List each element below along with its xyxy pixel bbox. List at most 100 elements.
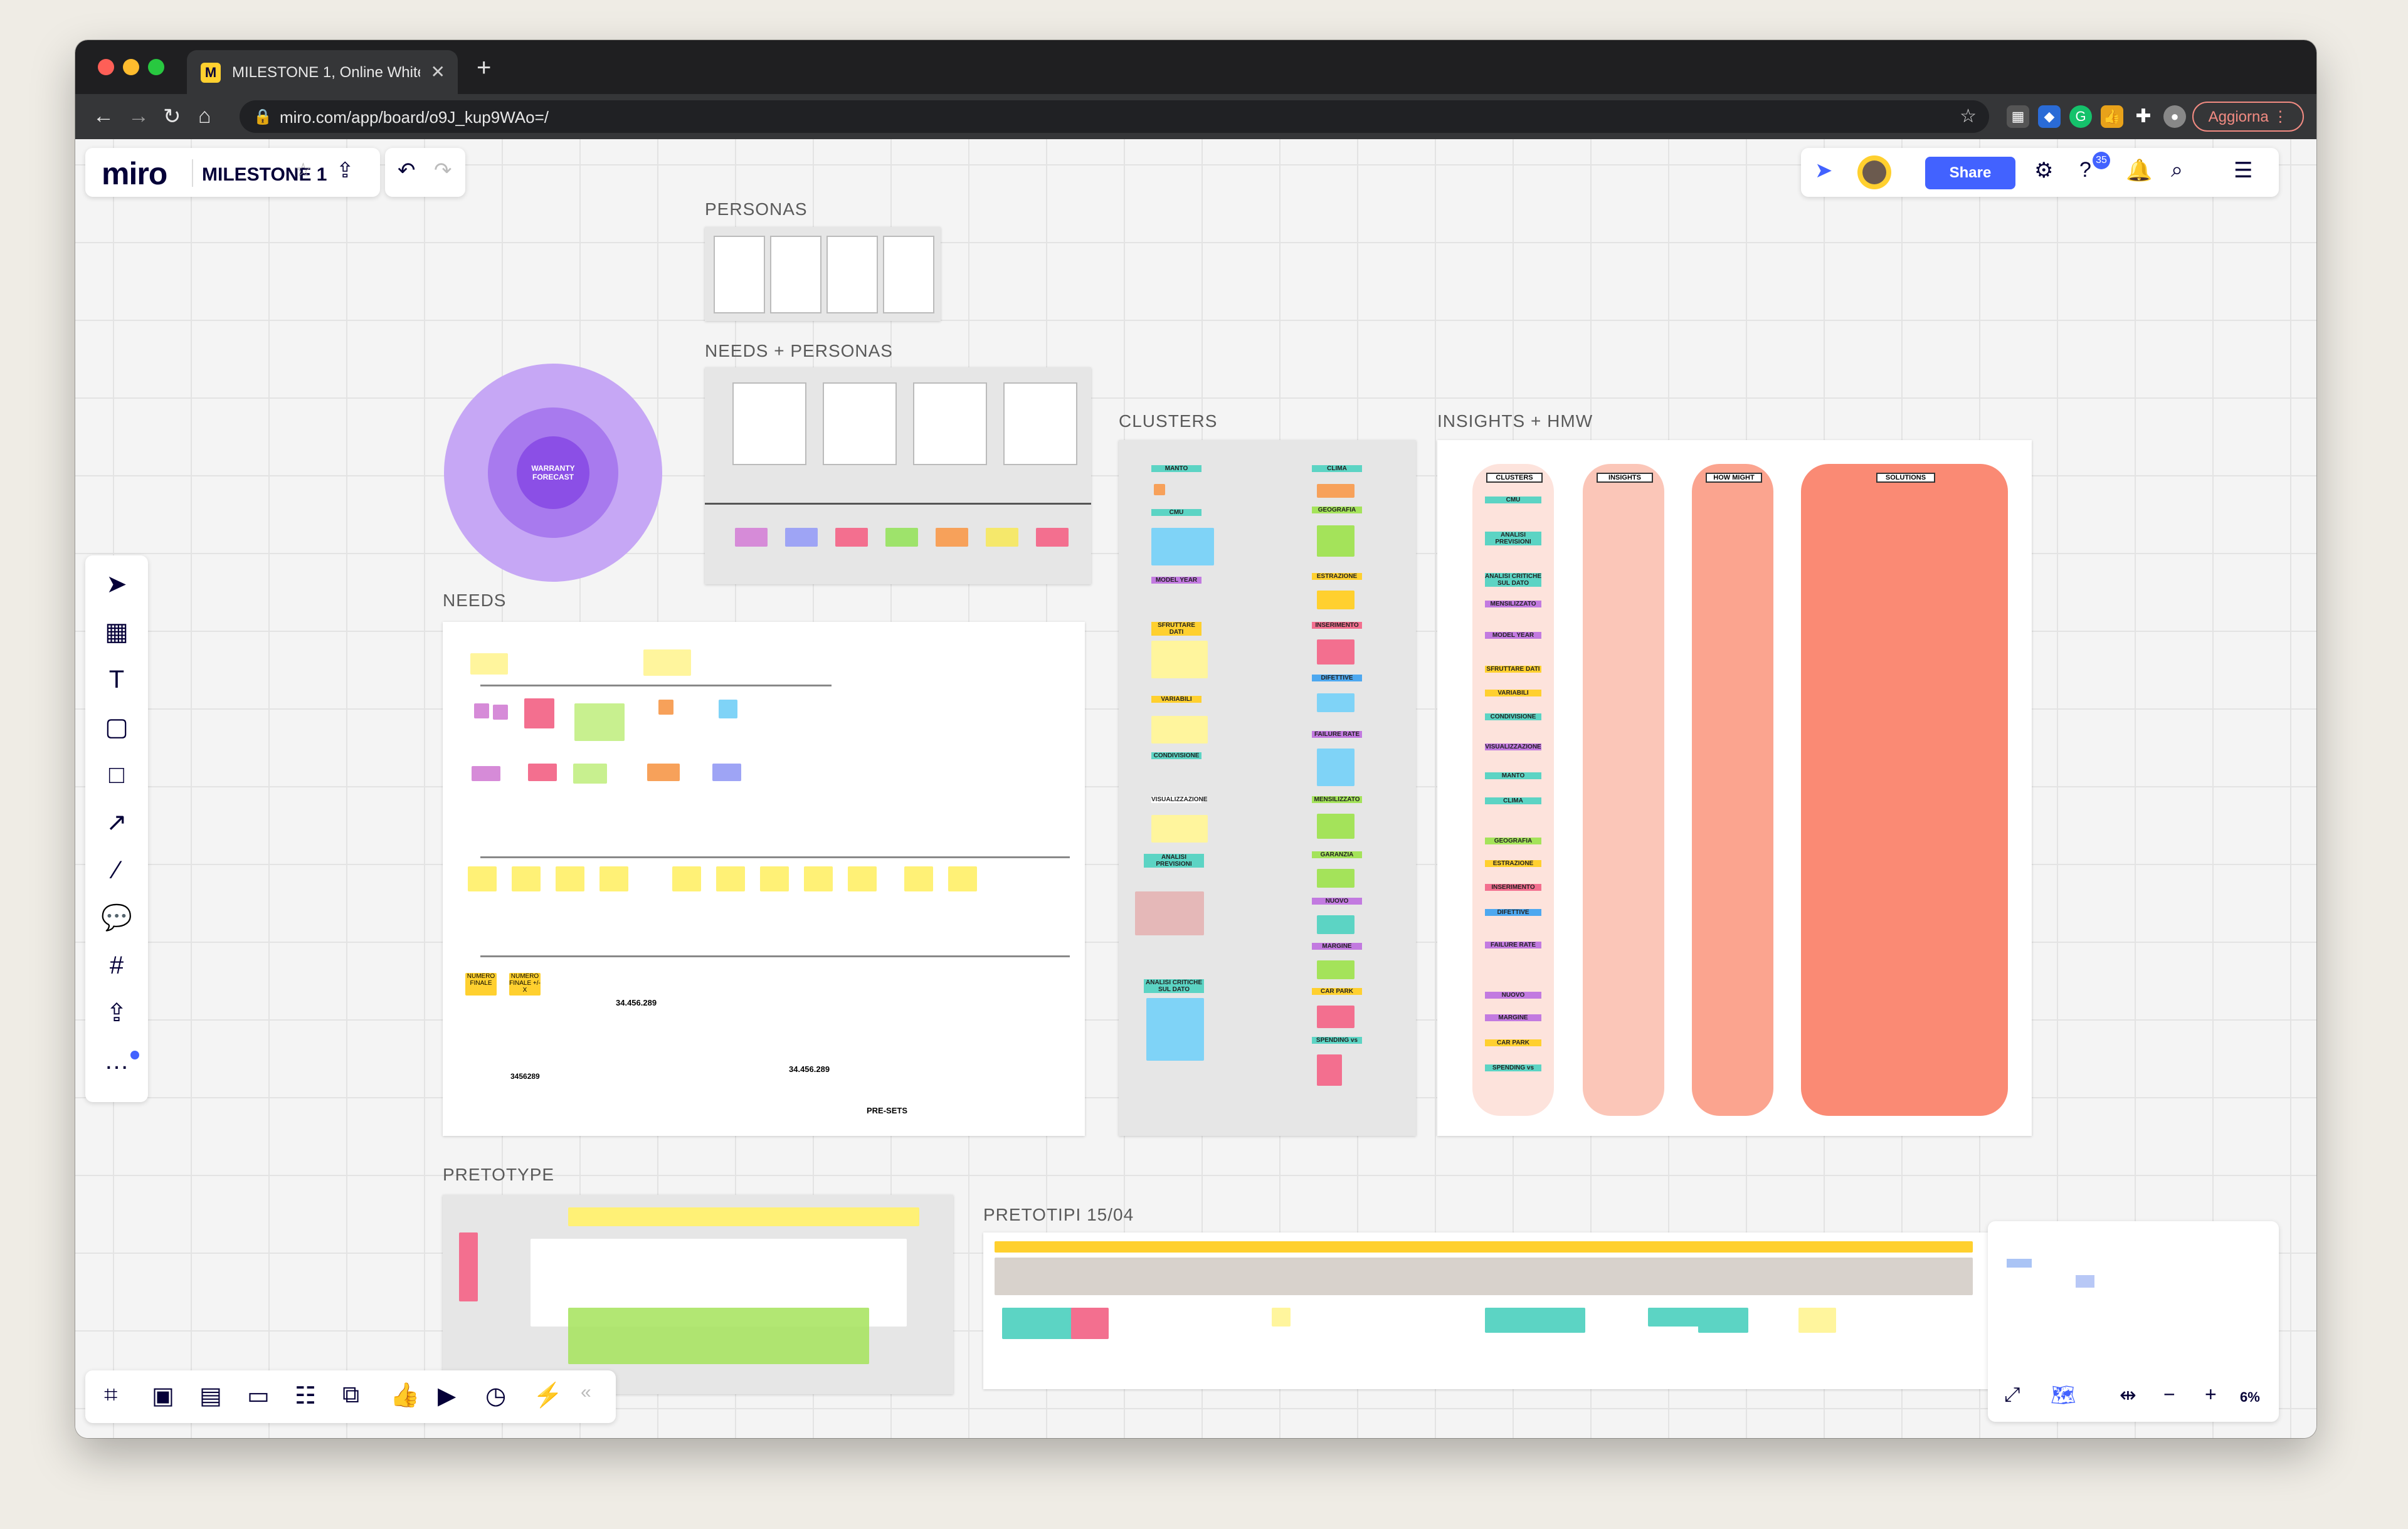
fit-to-screen-icon[interactable]: ⇹: [2120, 1383, 2136, 1407]
persona-card[interactable]: [823, 382, 897, 465]
sticky-note[interactable]: [658, 700, 673, 715]
sticky-note[interactable]: [1485, 1308, 1585, 1333]
sticky-note[interactable]: [1317, 814, 1354, 839]
photo-row[interactable]: [995, 1258, 1973, 1295]
help-icon[interactable]: ?: [2079, 158, 2091, 182]
bell-icon[interactable]: 🔔: [2126, 158, 2152, 183]
sticky-note[interactable]: [904, 866, 933, 891]
sticky-note[interactable]: [1071, 1308, 1109, 1339]
sticky-note[interactable]: [1317, 484, 1354, 498]
cursor-follow-icon[interactable]: ➤: [1815, 158, 1833, 183]
sticky-note-row[interactable]: [995, 1241, 1973, 1253]
extension-grid-icon[interactable]: ▦: [2007, 105, 2029, 128]
share-screen-icon[interactable]: ⧉: [342, 1382, 359, 1409]
close-window-button[interactable]: [98, 59, 114, 75]
sticky-note[interactable]: [1317, 960, 1354, 979]
map-icon[interactable]: 🗺: [2051, 1383, 2076, 1407]
minimize-window-button[interactable]: [123, 59, 139, 75]
video-icon[interactable]: ▶: [438, 1382, 456, 1410]
extension-shield-icon[interactable]: ◆: [2038, 105, 2061, 128]
new-tab-button[interactable]: +: [477, 54, 491, 82]
sticky-note[interactable]: [1002, 1308, 1077, 1339]
sticky-note[interactable]: [1317, 1054, 1342, 1086]
persona-card[interactable]: [1003, 382, 1077, 465]
sticky-note[interactable]: [1317, 749, 1354, 786]
sticky-note[interactable]: [1154, 484, 1165, 495]
sticky-note-tool-icon[interactable]: ▢: [100, 711, 133, 743]
sticky-note[interactable]: [1317, 591, 1354, 609]
sticky-note[interactable]: [1317, 1006, 1354, 1028]
sticky-note[interactable]: [1317, 693, 1354, 712]
sticky-note[interactable]: [524, 698, 554, 728]
shape-tool-icon[interactable]: □: [100, 759, 133, 791]
sticky-note[interactable]: [1317, 639, 1354, 665]
templates-icon[interactable]: ▦: [100, 616, 133, 648]
sticky-note-row[interactable]: [568, 1207, 919, 1226]
sticky-note[interactable]: [599, 866, 628, 891]
miro-board-canvas[interactable]: PERSONAS NEEDS + PERSONAS CLUSTERS INSIG…: [75, 139, 2316, 1438]
search-icon[interactable]: ⌕: [2171, 158, 2183, 182]
needs-frame[interactable]: NUMERO FINALE NUMERO FINALE +/- X 34.456…: [443, 622, 1085, 1136]
sticky-note[interactable]: [468, 866, 497, 891]
sticky-note[interactable]: [785, 528, 818, 547]
warranty-circle-diagram[interactable]: WARRANTY FORECAST: [444, 364, 662, 582]
persona-card[interactable]: [732, 382, 806, 465]
sticky-note[interactable]: [470, 653, 508, 675]
sticky-note[interactable]: [1151, 815, 1208, 843]
pretotype-frame[interactable]: [443, 1195, 953, 1394]
minimap-panel[interactable]: ⤢ 🗺 ⇹ − + 6%: [1988, 1221, 2279, 1422]
sticky-note[interactable]: [1698, 1308, 1748, 1333]
persona-card[interactable]: [770, 236, 821, 313]
persona-card[interactable]: [714, 236, 765, 313]
select-tool-icon[interactable]: ➤: [100, 568, 133, 601]
personas-frame[interactable]: [705, 227, 941, 321]
sticky-note[interactable]: [643, 649, 691, 676]
sticky-note[interactable]: [848, 866, 877, 891]
sticky-note[interactable]: [1272, 1308, 1291, 1327]
sticky-note[interactable]: [1146, 998, 1204, 1061]
sticky-note[interactable]: [1317, 915, 1354, 934]
sticky-note[interactable]: [528, 764, 557, 781]
connector-tool-icon[interactable]: ↗: [100, 806, 133, 839]
sticky-note[interactable]: [1151, 528, 1214, 565]
comments-icon[interactable]: ▤: [199, 1382, 222, 1410]
close-tab-icon[interactable]: ✕: [431, 61, 445, 82]
cards-icon[interactable]: ☷: [295, 1382, 316, 1410]
sticky-note[interactable]: [459, 1232, 478, 1301]
sticky-note[interactable]: [1135, 891, 1204, 935]
browser-tab[interactable]: M MILESTONE 1, Online Whiteboard for Vis…: [187, 50, 458, 94]
sticky-note[interactable]: [573, 764, 607, 784]
home-icon[interactable]: ⌂: [198, 104, 211, 129]
url-field[interactable]: 🔒 miro.com/app/board/o9J_kup9WAo=/ ☆: [240, 100, 1989, 133]
grammarly-icon[interactable]: G: [2069, 105, 2092, 128]
comment-tool-icon[interactable]: 💬: [100, 901, 133, 934]
frame-tool-icon[interactable]: #: [100, 949, 133, 982]
persona-card[interactable]: [826, 236, 878, 313]
numero-finale-plus-sticky[interactable]: NUMERO FINALE +/- X: [509, 973, 541, 996]
sticky-note[interactable]: [556, 866, 584, 891]
reload-icon[interactable]: ↻: [163, 104, 181, 129]
maximize-window-button[interactable]: [148, 59, 164, 75]
sticky-note[interactable]: [936, 528, 968, 547]
profile-avatar[interactable]: ●: [2163, 105, 2186, 128]
needs-personas-frame[interactable]: [705, 367, 1091, 584]
back-icon[interactable]: ←: [93, 104, 114, 129]
collapse-icon[interactable]: «: [581, 1382, 591, 1403]
extensions-puzzle-icon[interactable]: ✚: [2132, 105, 2155, 128]
extension-thumb-icon[interactable]: 👍: [2101, 105, 2123, 128]
frames-icon[interactable]: ⌗: [104, 1382, 117, 1409]
user-avatar[interactable]: [1857, 155, 1891, 189]
share-button[interactable]: Share: [1925, 157, 2015, 189]
sticky-note[interactable]: [1151, 641, 1208, 678]
timer-icon[interactable]: ◷: [485, 1382, 506, 1410]
pen-tool-icon[interactable]: ⁄: [100, 854, 133, 886]
persona-card[interactable]: [913, 382, 987, 465]
clusters-frame[interactable]: MANTO CMU MODEL YEAR SFRUTTARE DATI VARI…: [1119, 440, 1416, 1136]
notes-panel-icon[interactable]: ☰: [2234, 158, 2252, 183]
sticky-note[interactable]: [716, 866, 745, 891]
sticky-note[interactable]: [948, 866, 977, 891]
miro-logo[interactable]: miro: [102, 155, 167, 192]
chat-icon[interactable]: ▭: [247, 1382, 270, 1410]
sticky-note[interactable]: [647, 764, 680, 781]
undo-icon[interactable]: ↶: [398, 158, 416, 183]
